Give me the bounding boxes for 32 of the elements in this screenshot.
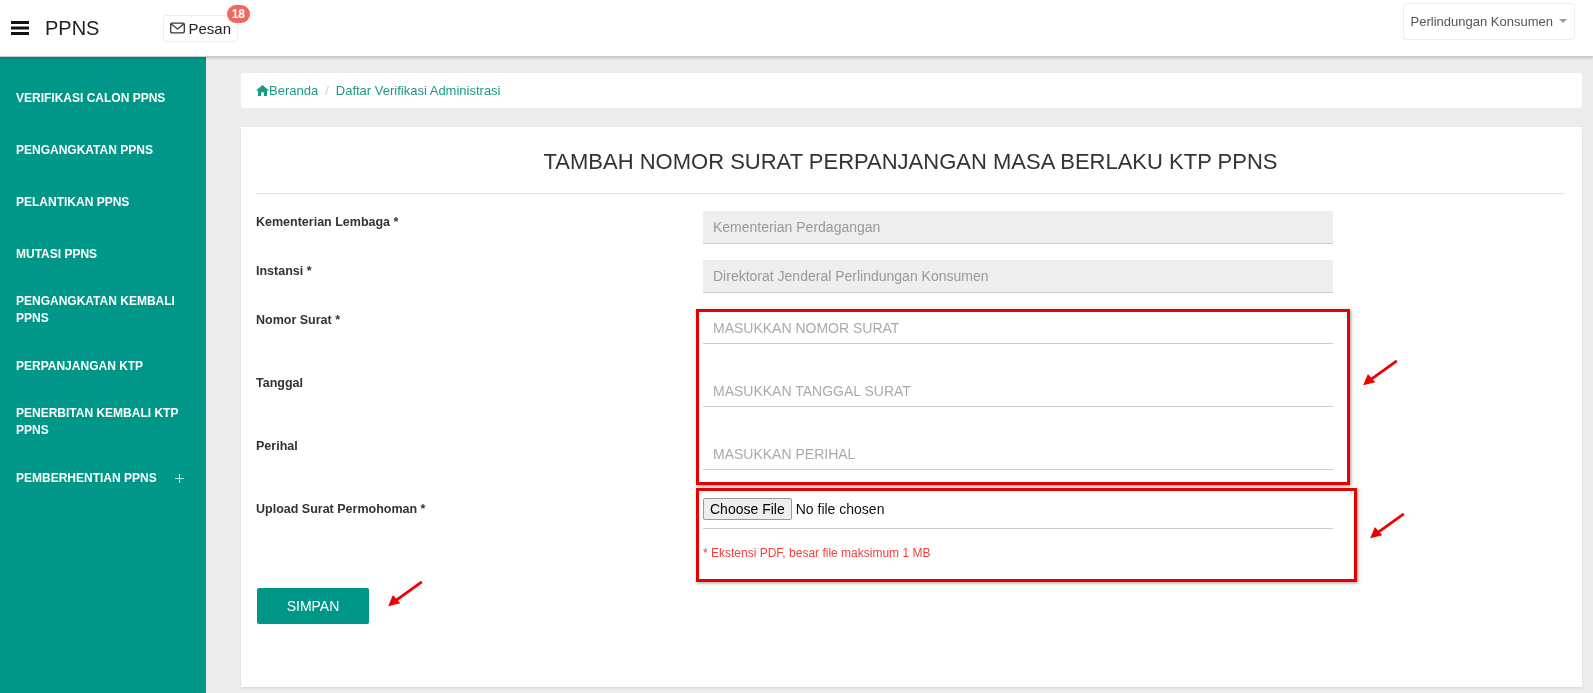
save-button[interactable]: SIMPAN	[257, 588, 369, 624]
arrow-icon	[1368, 512, 1406, 540]
sidebar-item[interactable]: PENGANGKATAN KEMBALI PPNS	[0, 285, 206, 345]
sidebar-item[interactable]: PENERBITAN KEMBALI KTP PPNS	[0, 397, 206, 457]
field-label: Perihal	[256, 438, 299, 453]
breadcrumb-link[interactable]: Daftar Verifikasi Administrasi	[335, 83, 501, 98]
user-dropdown[interactable]: Perlindungan Konsumen	[1402, 2, 1575, 40]
sidebar-item[interactable]: PERPANJANGAN KTP	[0, 345, 206, 397]
sidebar-item[interactable]: VERIFIKASI CALON PPNS	[0, 77, 206, 129]
field-label: Instansi *	[256, 263, 313, 278]
file-hint: * Ekstensi PDF, besar file maksimum 1 MB	[703, 546, 931, 560]
field-label: Nomor Surat *	[256, 312, 342, 327]
home-icon	[256, 85, 269, 96]
sidebar-item[interactable]: PEMBERHENTIAN PPNS	[0, 457, 206, 509]
arrow-icon	[386, 580, 424, 608]
menu-icon[interactable]	[11, 21, 29, 35]
sidebar-item[interactable]: PENGANGKATAN PPNS	[0, 129, 206, 181]
field-label: Tanggal	[256, 375, 304, 390]
message-count-badge: 18	[226, 4, 250, 23]
breadcrumb-link[interactable]: Beranda	[256, 83, 319, 98]
sidebar-item[interactable]: PELANTIKAN PPNS	[0, 181, 206, 233]
app-title: PPNS	[45, 16, 100, 40]
breadcrumb-separator: /	[325, 83, 329, 98]
choose-file-button[interactable]: Choose File	[703, 498, 792, 520]
sidebar-item[interactable]: MUTASI PPNS	[0, 233, 206, 285]
file-status: No file chosen	[795, 501, 885, 517]
field-label: Kementerian Lembaga *	[256, 214, 400, 229]
caret-icon	[1559, 19, 1567, 23]
envelope-icon	[170, 22, 186, 34]
field-label: Upload Surat Permohoman *	[256, 501, 427, 516]
form-title: TAMBAH NOMOR SURAT PERPANJANGAN MASA BERLAKU KTP PPNS	[542, 148, 1279, 176]
arrow-icon	[1361, 359, 1399, 387]
